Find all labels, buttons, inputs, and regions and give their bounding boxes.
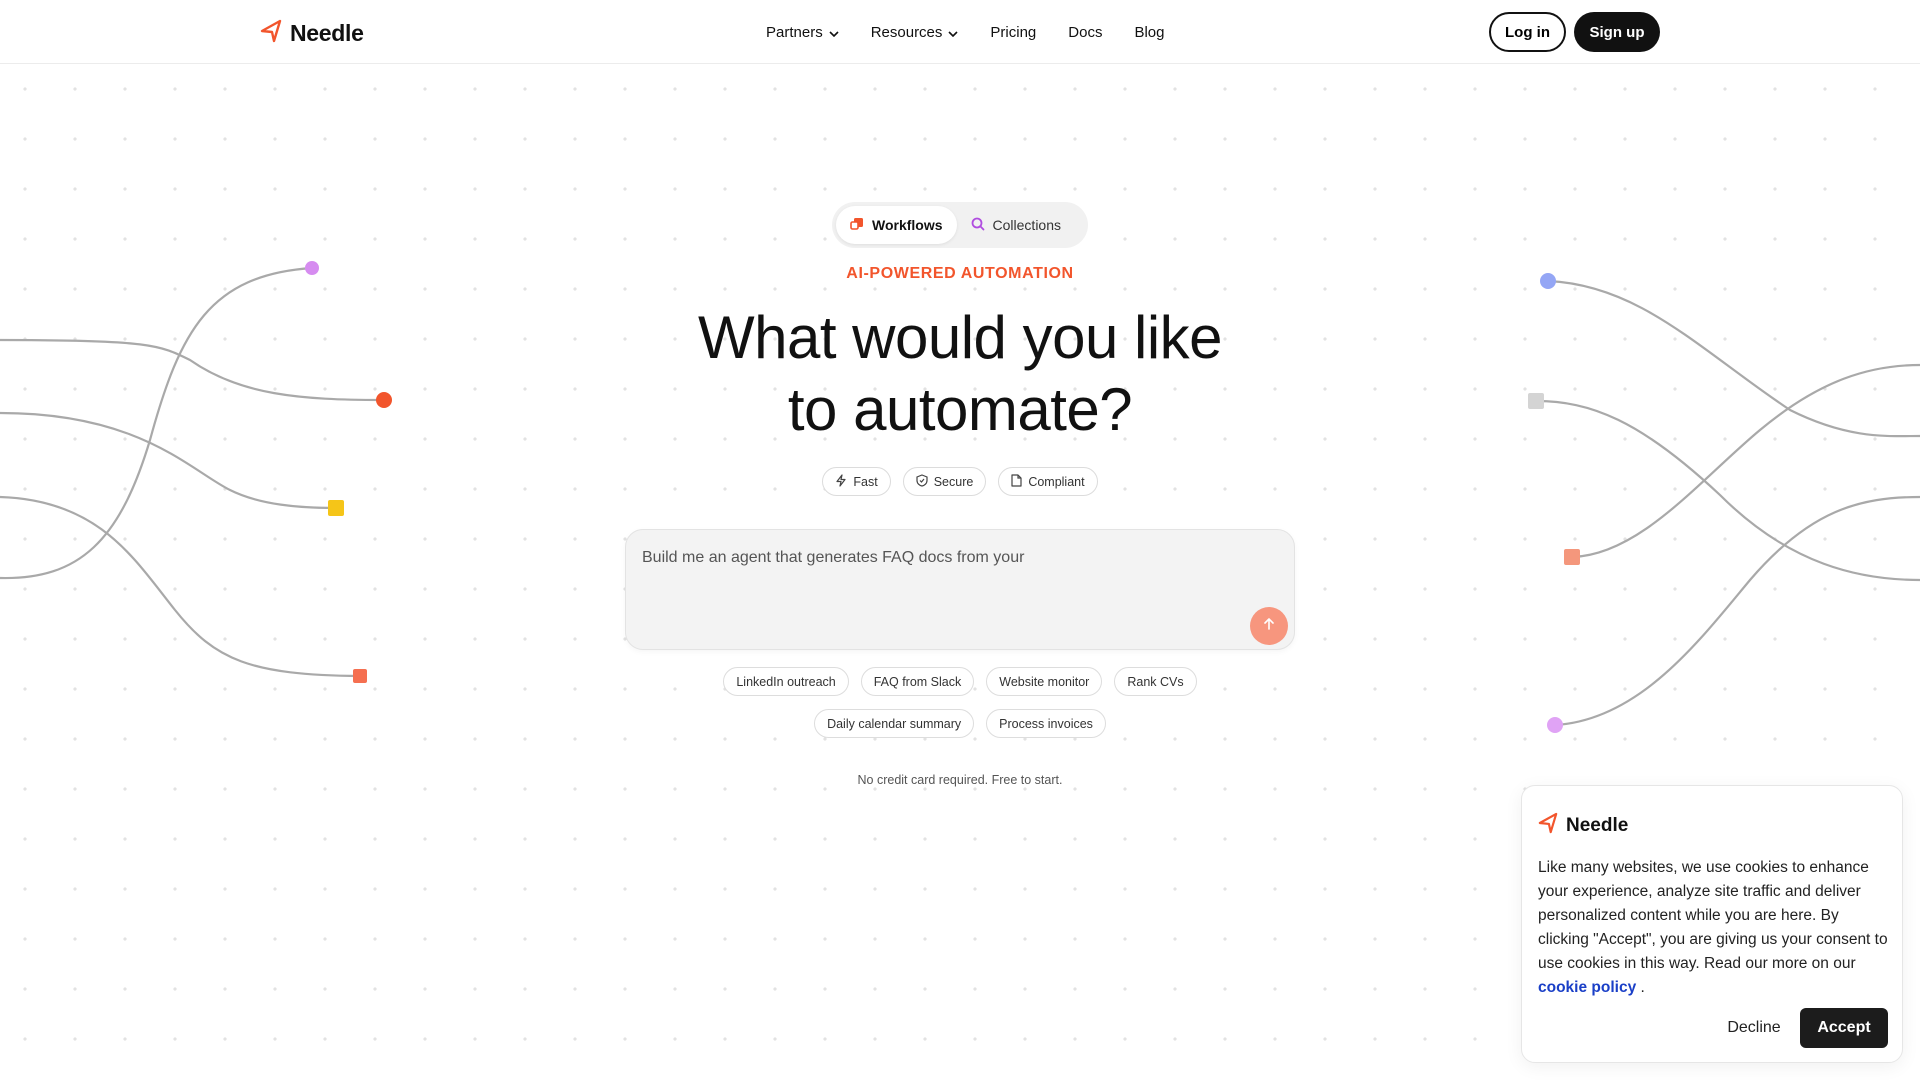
site-header: Needle Partners Resources Pricing Docs B… xyxy=(0,0,1920,64)
suggestion-chips-row-2: Daily calendar summary Process invoices xyxy=(0,709,1920,738)
brand-name: Needle xyxy=(290,19,364,46)
brand-logo[interactable]: Needle xyxy=(260,18,364,48)
cookie-policy-link[interactable]: cookie policy xyxy=(1538,979,1636,996)
cookie-brand-name: Needle xyxy=(1566,814,1629,836)
main-nav: Partners Resources Pricing Docs Blog xyxy=(766,0,1164,64)
prompt-box: Build me an agent that generates FAQ doc… xyxy=(625,529,1295,650)
suggestion-chip[interactable]: Website monitor xyxy=(986,667,1103,696)
accept-button[interactable]: Accept xyxy=(1800,1008,1888,1048)
lightning-icon xyxy=(835,473,847,490)
signup-button[interactable]: Sign up xyxy=(1574,12,1660,52)
chevron-down-icon xyxy=(948,24,958,41)
badge-fast: Fast xyxy=(822,467,891,496)
arrow-up-icon xyxy=(1262,617,1276,636)
suggestion-chip[interactable]: Daily calendar summary xyxy=(814,709,975,738)
badge-label: Secure xyxy=(933,474,974,489)
connector-node xyxy=(1528,393,1544,409)
nav-item-docs[interactable]: Docs xyxy=(1068,24,1102,41)
connector-node xyxy=(1564,549,1580,565)
suggestion-chip[interactable]: LinkedIn outreach xyxy=(723,667,849,696)
mode-toggle: Workflows Collections xyxy=(832,202,1088,248)
nav-item-label: Docs xyxy=(1068,23,1103,41)
suggestion-chip[interactable]: Process invoices xyxy=(986,709,1106,738)
badge-secure: Secure xyxy=(902,467,987,496)
connector-node xyxy=(328,500,344,516)
nav-item-label: Partners xyxy=(766,23,823,41)
collections-icon xyxy=(971,217,985,234)
needle-arrow-icon xyxy=(1538,812,1558,839)
nav-item-partners[interactable]: Partners xyxy=(766,24,839,41)
nav-item-resources[interactable]: Resources xyxy=(871,24,959,41)
prompt-input[interactable]: Build me an agent that generates FAQ doc… xyxy=(642,546,1242,626)
cookie-message-text: Like many websites, we use cookies to en… xyxy=(1538,859,1888,972)
workflows-icon xyxy=(850,217,864,234)
nav-item-label: Blog xyxy=(1134,23,1165,41)
login-button[interactable]: Log in xyxy=(1489,12,1566,52)
connector-node xyxy=(376,392,392,408)
nav-item-label: Resources xyxy=(870,23,943,41)
decline-button[interactable]: Decline xyxy=(1718,1008,1790,1048)
nav-item-pricing[interactable]: Pricing xyxy=(990,24,1036,41)
page-title: What would you like to automate? xyxy=(560,302,1360,446)
cookie-banner: Needle Like many websites, we use cookie… xyxy=(1521,785,1903,1063)
hero-eyebrow: AI-POWERED AUTOMATION xyxy=(846,265,1074,282)
send-button[interactable] xyxy=(1250,607,1288,645)
needle-arrow-icon xyxy=(260,19,282,48)
badge-label: Fast xyxy=(853,474,878,489)
suggestion-chip[interactable]: FAQ from Slack xyxy=(860,667,975,696)
tab-workflows[interactable]: Workflows xyxy=(836,206,957,244)
nav-item-label: Pricing xyxy=(990,23,1037,41)
nav-item-blog[interactable]: Blog xyxy=(1134,24,1164,41)
tab-collections[interactable]: Collections xyxy=(957,206,1075,244)
badge-compliant: Compliant xyxy=(998,467,1098,496)
chevron-down-icon xyxy=(829,24,839,41)
cookie-message: Like many websites, we use cookies to en… xyxy=(1538,856,1890,1000)
suggestion-chip[interactable]: Rank CVs xyxy=(1114,667,1197,696)
tab-label: Workflows xyxy=(872,217,943,233)
shield-icon xyxy=(916,473,928,490)
headline-line-2: to automate? xyxy=(787,376,1133,443)
document-icon xyxy=(1011,473,1022,490)
tab-label: Collections xyxy=(992,217,1062,233)
feature-badges: Fast Secure Compliant xyxy=(0,467,1920,496)
cookie-message-end: . xyxy=(1640,979,1645,996)
badge-label: Compliant xyxy=(1028,474,1085,489)
cookie-brand: Needle xyxy=(1538,812,1628,839)
headline-line-1: What would you like xyxy=(697,304,1223,371)
suggestion-chips-row-1: LinkedIn outreach FAQ from Slack Website… xyxy=(0,667,1920,696)
